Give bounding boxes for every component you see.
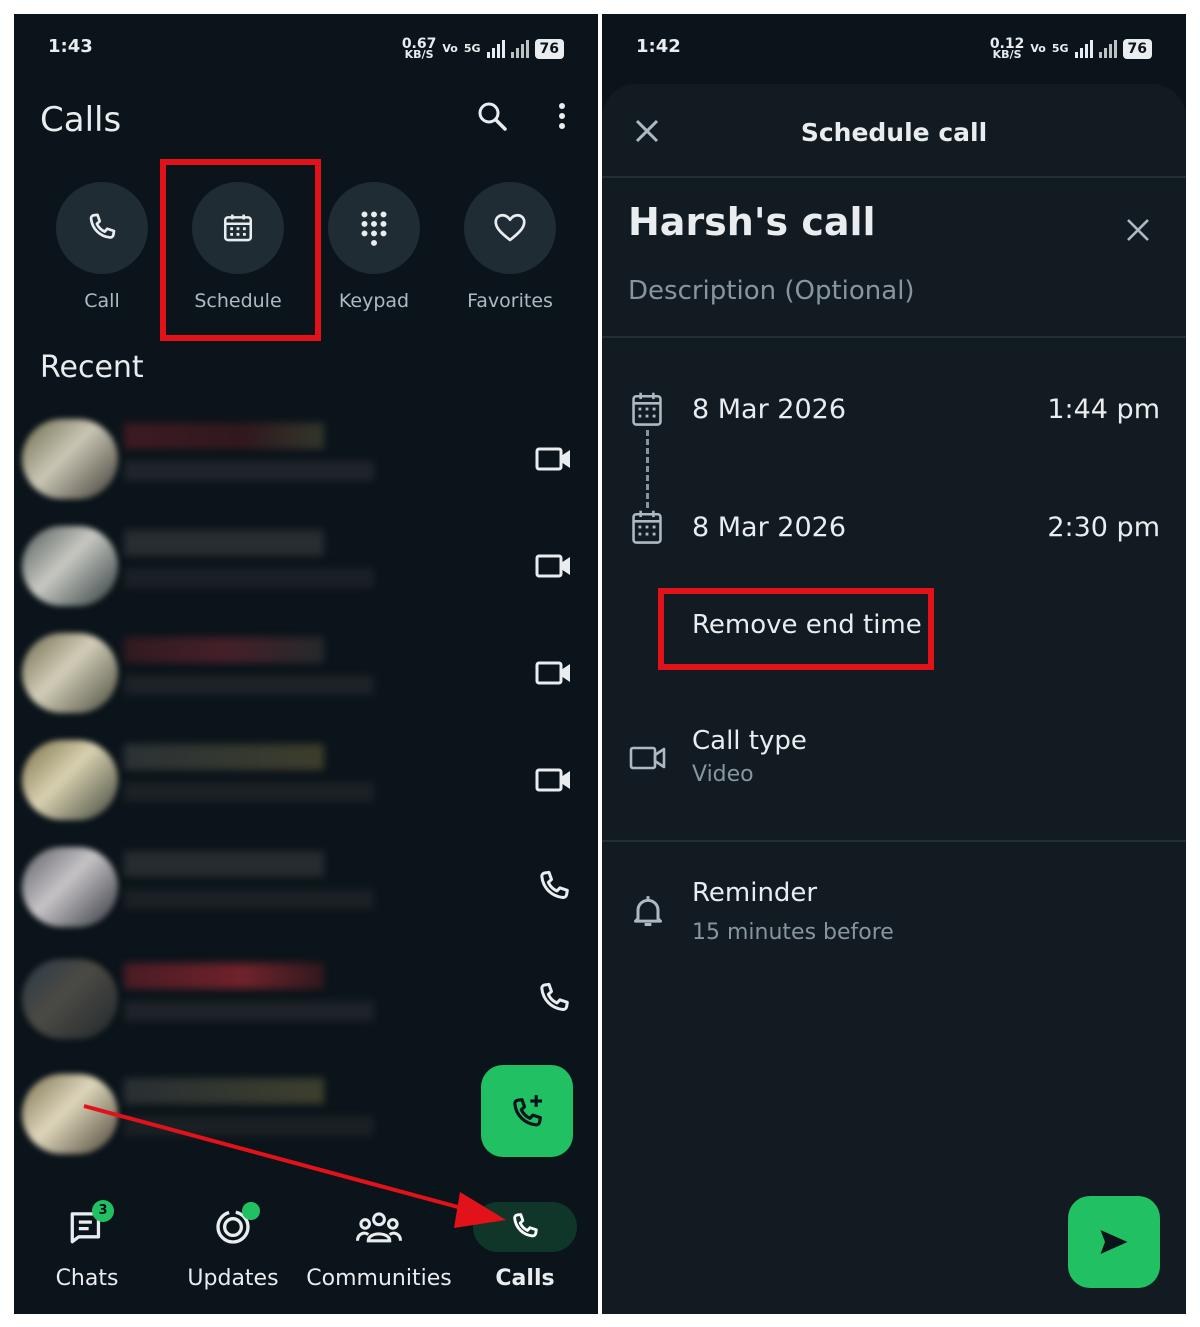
signal-icon (1074, 40, 1093, 58)
status-bar: 1:42 0.12 KB/S Vo 5G 76 (602, 36, 1186, 62)
clear-name-icon[interactable] (1124, 216, 1152, 244)
video-icon (628, 738, 668, 778)
battery-level: 76 (1122, 39, 1152, 59)
calendar-icon (630, 508, 664, 546)
highlight-box (658, 588, 934, 670)
status-time: 1:42 (636, 36, 681, 57)
start-datetime-row: 8 Mar 2026 1:44 pm (602, 390, 1186, 430)
call-type-value: Video (692, 762, 754, 787)
calendar-icon (630, 390, 664, 428)
annotation-arrow (83, 1104, 506, 1228)
end-datetime-row: 8 Mar 2026 2:30 pm (602, 508, 1186, 548)
schedule-call-sheet: Schedule call Harsh's call Description (… (602, 84, 1186, 1314)
network-speed: 0.12 KB/S (989, 36, 1025, 61)
end-time[interactable]: 2:30 pm (1047, 512, 1160, 543)
network-type: 5G (1051, 42, 1069, 55)
divider (602, 336, 1186, 338)
calls-screen: 1:43 0.67 KB/S Vo 5G 76 Calls Call Schedu… (14, 14, 598, 1314)
reminder-label[interactable]: Reminder (692, 878, 817, 908)
volte-indicator: Vo (1030, 42, 1046, 55)
bell-icon (628, 892, 668, 932)
schedule-call-screen: 1:42 0.12 KB/S Vo 5G 76 Schedule call Har… (602, 14, 1186, 1314)
reminder-value: 15 minutes before (692, 920, 894, 945)
send-button[interactable] (1068, 1196, 1160, 1288)
signal-icon (1098, 40, 1117, 58)
start-date[interactable]: 8 Mar 2026 (692, 394, 846, 425)
divider (602, 176, 1186, 178)
divider (602, 840, 1186, 842)
call-name-input[interactable]: Harsh's call (628, 200, 876, 244)
description-input[interactable]: Description (Optional) (628, 276, 915, 306)
time-range-connector (646, 430, 649, 508)
start-time[interactable]: 1:44 pm (1047, 394, 1160, 425)
end-date[interactable]: 8 Mar 2026 (692, 512, 846, 543)
send-icon (1100, 1230, 1128, 1254)
sheet-title: Schedule call (800, 118, 988, 147)
call-type-label[interactable]: Call type (692, 726, 807, 756)
